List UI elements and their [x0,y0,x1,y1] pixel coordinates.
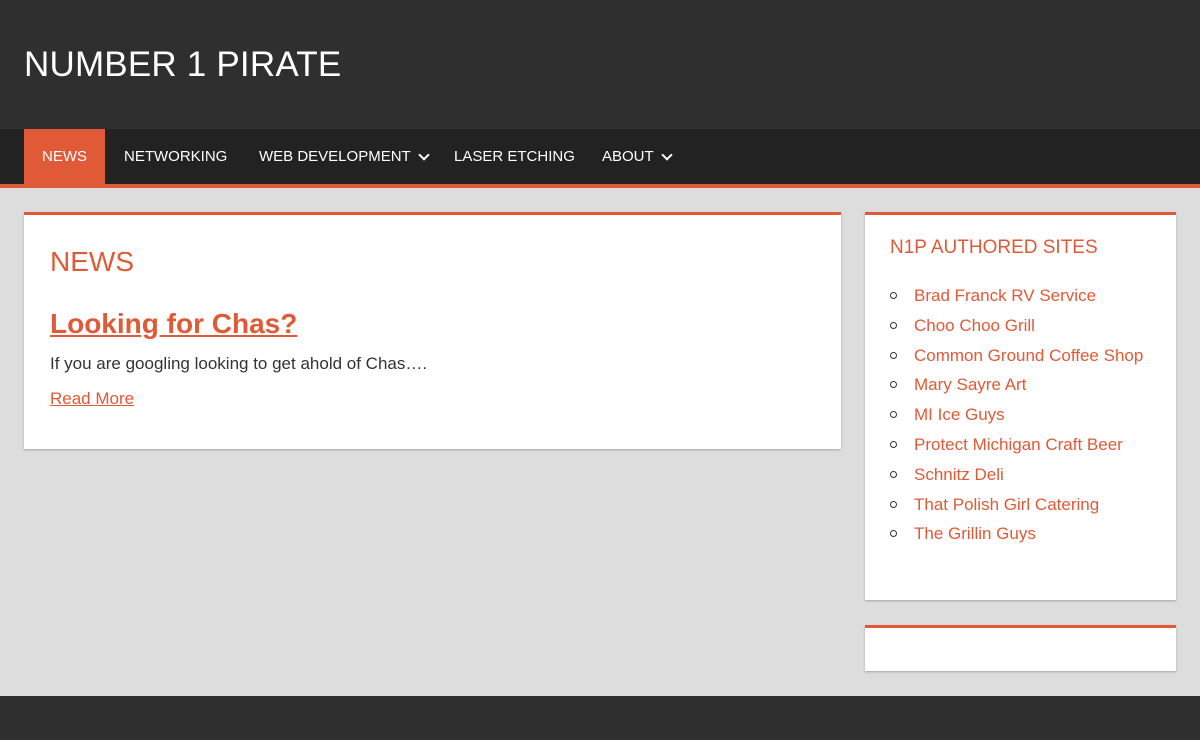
read-more-link[interactable]: Read More [50,388,134,410]
site-link-that-polish-girl-catering[interactable]: That Polish Girl Catering [914,495,1099,514]
nav-item-label: WEB DEVELOPMENT [259,148,411,165]
list-item: Protect Michigan Craft Beer [890,430,1150,460]
list-item: That Polish Girl Catering [890,490,1150,520]
list-item: Schnitz Deli [890,460,1150,490]
site-link-choo-choo-grill[interactable]: Choo Choo Grill [914,316,1035,335]
list-item: Brad Franck RV Service [890,281,1150,311]
page-title: NEWS [50,246,134,277]
nav-item-networking[interactable]: NETWORKING [124,129,227,184]
site-title[interactable]: NUMBER 1 PIRATE [24,44,341,86]
chevron-down-icon [661,148,673,161]
site-link-brad-franck-rv[interactable]: Brad Franck RV Service [914,286,1096,305]
list-item: MI Ice Guys [890,400,1150,430]
main-nav: NEWS NETWORKING WEB DEVELOPMENT LASER ET… [0,129,1200,184]
site-link-mi-ice-guys[interactable]: MI Ice Guys [914,405,1005,424]
nav-item-news[interactable]: NEWS [24,129,105,184]
nav-item-label: NEWS [42,148,87,165]
post-excerpt: If you are googling looking to get ahold… [50,354,428,373]
widget-title: N1P AUTHORED SITES [890,237,1098,258]
site-header: NUMBER 1 PIRATE [0,0,1200,129]
nav-item-label: NETWORKING [124,148,228,165]
site-footer [0,696,1200,740]
empty-widget [865,625,1176,671]
nav-item-laser-etching[interactable]: LASER ETCHING [454,129,575,184]
site-link-schnitz-deli[interactable]: Schnitz Deli [914,465,1004,484]
site-link-the-grillin-guys[interactable]: The Grillin Guys [914,524,1036,543]
list-item: The Grillin Guys [890,519,1150,549]
site-link-protect-michigan-craft-beer[interactable]: Protect Michigan Craft Beer [914,435,1123,454]
nav-item-label: LASER ETCHING [454,148,575,165]
list-item: Common Ground Coffee Shop [890,341,1150,371]
chevron-down-icon [418,148,430,161]
sites-list: Brad Franck RV Service Choo Choo Grill C… [890,281,1150,549]
nav-item-about[interactable]: ABOUT [602,129,673,184]
nav-accent-bar [0,184,1200,188]
nav-item-label: ABOUT [602,148,654,165]
list-item: Choo Choo Grill [890,311,1150,341]
news-card: NEWS Looking for Chas? If you are googli… [24,212,841,449]
authored-sites-widget: N1P AUTHORED SITES Brad Franck RV Servic… [865,212,1176,600]
site-link-common-ground-coffee[interactable]: Common Ground Coffee Shop [914,346,1143,365]
list-item: Mary Sayre Art [890,370,1150,400]
site-link-mary-sayre-art[interactable]: Mary Sayre Art [914,375,1026,394]
post-title-link[interactable]: Looking for Chas? [50,307,297,341]
nav-item-web-development[interactable]: WEB DEVELOPMENT [259,129,430,184]
